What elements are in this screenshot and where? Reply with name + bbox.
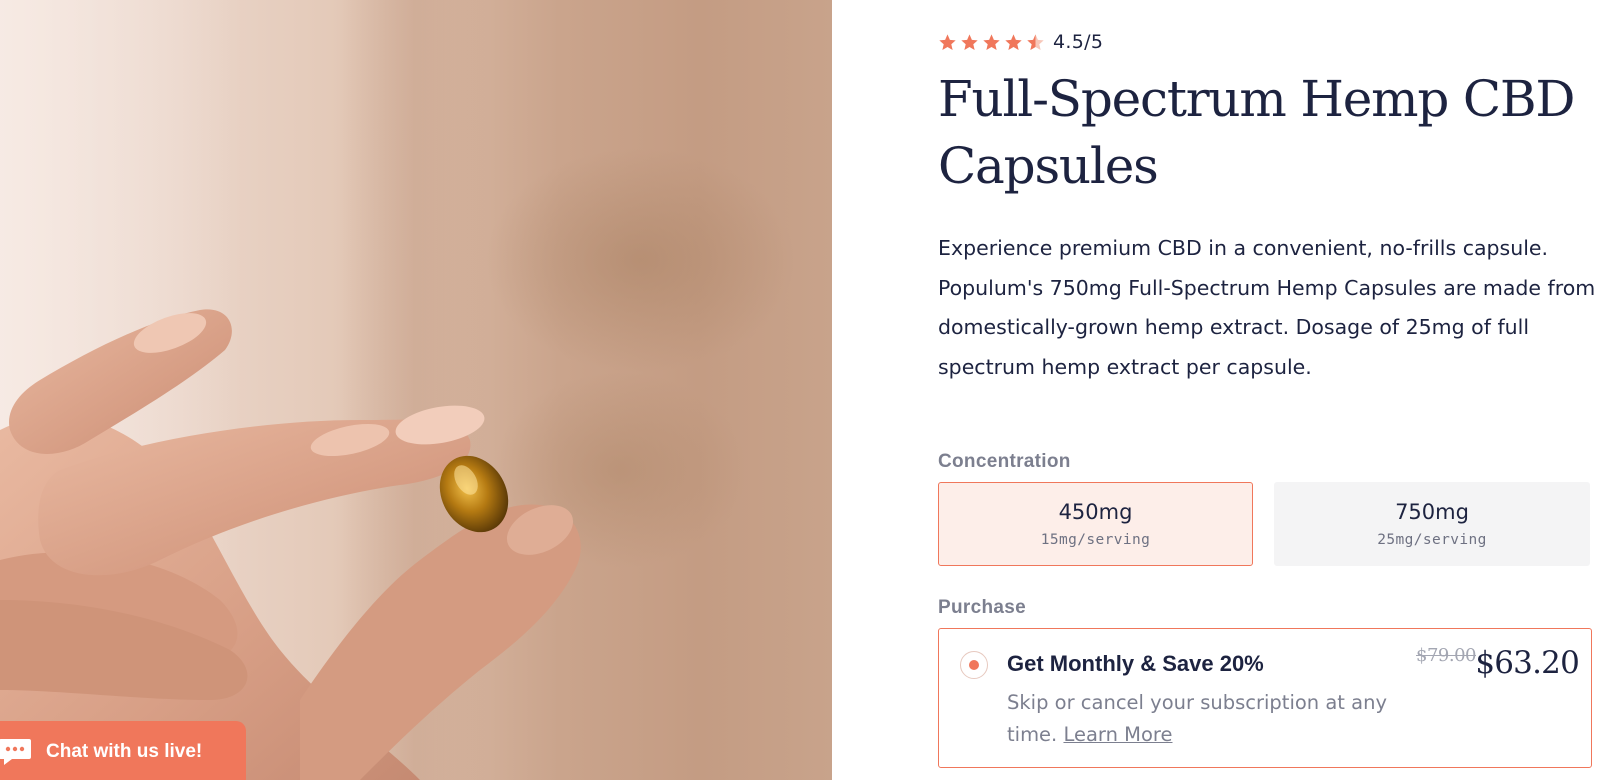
concentration-label: Concentration (938, 451, 1071, 472)
purchase-label: Purchase (938, 597, 1026, 618)
rating-value: 4.5/5 (1053, 31, 1104, 53)
star-full-icon (939, 33, 956, 50)
original-price: $79.00 (1416, 645, 1476, 666)
star-full-icon (961, 33, 978, 50)
option-serving: 15mg/serving (1040, 532, 1151, 548)
option-serving: 25mg/serving (1377, 532, 1487, 548)
option-value: 450mg (1058, 500, 1133, 524)
star-half-icon (1027, 33, 1044, 50)
product-details-panel: 4.5/5 Full-Spectrum Hemp CBD Capsules Ex… (938, 0, 1600, 780)
star-full-icon (983, 33, 1000, 50)
product-title: Full-Spectrum Hemp CBD Capsules (938, 70, 1576, 195)
learn-more-link[interactable]: Learn More (1063, 723, 1172, 746)
discounted-price: $63.20 (1475, 645, 1579, 681)
live-chat-button[interactable]: Chat with us live! (0, 721, 246, 780)
radio-selected-dot (969, 660, 979, 670)
star-full-icon (1005, 33, 1022, 50)
live-chat-label: Chat with us live! (46, 741, 203, 762)
product-rating[interactable]: 4.5/5 (938, 31, 1103, 53)
option-value: 750mg (1395, 500, 1469, 524)
monthly-plan-radio[interactable] (960, 651, 988, 679)
plan-title: Get Monthly & Save 20% (1007, 651, 1264, 676)
purchase-option-monthly[interactable]: Get Monthly & Save 20% $79.00 $63.20 Ski… (938, 628, 1592, 768)
plan-description: Skip or cancel your subscription at any … (1007, 687, 1427, 751)
concentration-option-450mg[interactable]: 450mg 15mg/serving (938, 482, 1253, 566)
product-hero-photo (0, 0, 832, 780)
hand-holding-capsule-illustration (0, 309, 581, 780)
concentration-option-750mg[interactable]: 750mg 25mg/serving (1274, 482, 1590, 566)
rating-stars (938, 33, 1045, 52)
product-description: Experience premium CBD in a convenient, … (938, 236, 1596, 379)
chat-bubble-icon (0, 739, 31, 765)
